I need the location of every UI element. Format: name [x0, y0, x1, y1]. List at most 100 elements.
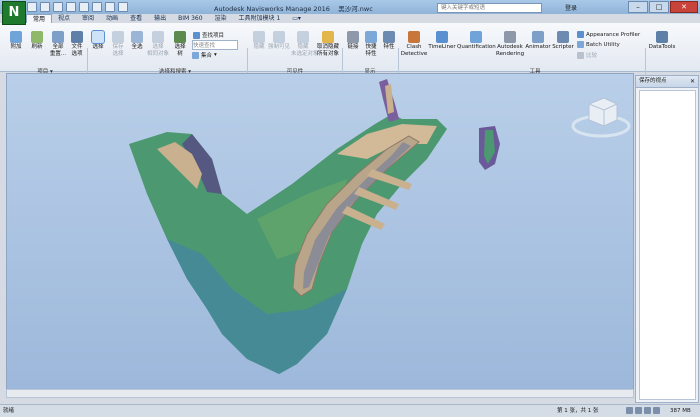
tab-viewpoint[interactable]: 视点 [52, 14, 76, 23]
scripter-icon [557, 31, 569, 43]
terrain-model[interactable] [7, 74, 633, 389]
viewport-scrollbar[interactable] [6, 389, 634, 398]
unhide-all-button[interactable]: 取消隐藏 所有对象 [316, 31, 340, 57]
tab-output[interactable]: 输出 [148, 14, 172, 23]
batch-utility-icon [577, 41, 584, 48]
minimize-icon[interactable]: – [628, 1, 648, 13]
save-icon[interactable] [53, 2, 63, 12]
selection-tree-icon [174, 31, 186, 43]
tab-tools-addins[interactable]: 工具附加模块 1 [233, 14, 287, 23]
attach-label: 附加 [10, 44, 22, 50]
quick-properties-button[interactable]: 快捷 特性 [362, 31, 380, 57]
quick-properties-label: 快捷 特性 [365, 44, 377, 57]
reset-all-icon [52, 31, 64, 43]
window-controls: – □ ✕ [628, 1, 698, 13]
close-icon[interactable]: ✕ [690, 76, 695, 87]
app-menu-button[interactable]: N [2, 1, 26, 25]
select-all-icon [131, 31, 143, 43]
login-link[interactable]: 登录 [565, 3, 577, 12]
maximize-icon[interactable]: □ [649, 1, 669, 13]
save-selection-icon [112, 31, 124, 43]
hide-button[interactable]: 隐藏 [250, 31, 268, 51]
quick-access-toolbar [27, 2, 128, 12]
scripter-button[interactable]: Scripter [551, 31, 575, 51]
select-button[interactable]: 选择 [89, 30, 107, 51]
selection-tree-label: 选择 树 [174, 44, 186, 57]
selection-tree-button[interactable]: 选择 树 [171, 31, 189, 57]
attach-icon [10, 31, 22, 43]
select-all-label: 全选 [131, 44, 143, 50]
appearance-profiler-button[interactable]: Appearance Profiler [577, 31, 640, 38]
new-file-icon[interactable] [27, 2, 37, 12]
pencil-icon[interactable] [626, 407, 633, 414]
select-label: 选择 [92, 44, 104, 50]
timeliner-button[interactable]: TimeLiner [428, 31, 456, 51]
hide-icon [253, 31, 265, 43]
tab-home[interactable]: 常用 [26, 14, 53, 23]
attach-button[interactable]: 附加 [7, 31, 25, 51]
status-icons [626, 407, 660, 414]
select-tool-icon[interactable] [105, 2, 115, 12]
appearance-profiler-icon [577, 31, 584, 38]
batch-utility-button[interactable]: Batch Utility [577, 41, 620, 48]
quick-find-input[interactable]: 快速查找 [192, 40, 238, 50]
hide-unselected-button[interactable]: 隐藏 未选定对象 [291, 31, 319, 57]
memory-icon[interactable] [653, 407, 660, 414]
properties-button[interactable]: 特性 [381, 31, 397, 51]
select-same-button[interactable]: 选择 相同对象 [146, 31, 170, 57]
print-icon[interactable] [66, 2, 76, 12]
file-name: 黑沙河.nwc [338, 5, 373, 13]
viewpoints-list[interactable] [639, 90, 696, 400]
sets-icon [192, 51, 199, 59]
quick-find-placeholder: 快速查找 [193, 43, 216, 49]
panel-header: 保存的视点 ✕ [636, 76, 698, 88]
animator-button[interactable]: Animator [525, 31, 551, 51]
tab-animation[interactable]: 动画 [100, 14, 124, 23]
redo-icon[interactable] [92, 2, 102, 12]
close-icon[interactable]: ✕ [670, 1, 698, 13]
file-options-label: 文件 选项 [71, 44, 83, 57]
select-same-icon [152, 31, 164, 43]
file-options-button[interactable]: 文件 选项 [68, 31, 86, 57]
tab-review[interactable]: 审阅 [76, 14, 100, 23]
links-button[interactable]: 链接 [345, 31, 361, 51]
app-title: Autodesk Navisworks Manage 2016 [214, 5, 330, 13]
3d-viewport[interactable] [6, 73, 634, 390]
window-title: Autodesk Navisworks Manage 2016 黑沙河.nwc [214, 3, 373, 13]
datatools-icon [656, 31, 668, 43]
require-button[interactable]: 强制可见 [268, 31, 290, 51]
quantification-button[interactable]: Quantification [457, 31, 496, 51]
disk-icon[interactable] [635, 407, 642, 414]
search-input[interactable]: 键入关键字或短语 [437, 3, 542, 13]
ribbon-tabs: 常用 视点 审阅 动画 查看 输出 BIM 360 渲染 工具附加模块 1 ▭▾ [26, 14, 307, 23]
refresh-button[interactable]: 刷新 [28, 31, 46, 51]
select-all-button[interactable]: 全选 [128, 31, 146, 51]
clash-detective-button[interactable]: Clash Detective [400, 31, 428, 57]
file-options-icon [71, 31, 83, 43]
properties-label: 特性 [383, 44, 395, 50]
open-file-icon[interactable] [40, 2, 50, 12]
sets-label: 集合 [201, 53, 213, 59]
save-selection-button[interactable]: 保存 选择 [109, 31, 127, 57]
quantification-label: Quantification [457, 44, 496, 50]
tab-more[interactable]: ▭▾ [286, 14, 307, 23]
hide-label: 隐藏 [253, 44, 265, 50]
sets-dropdown[interactable]: 集合 ▾ [192, 51, 217, 59]
refresh-icon[interactable] [118, 2, 128, 12]
select-cursor-icon [91, 30, 105, 44]
tab-view[interactable]: 查看 [124, 14, 148, 23]
require-icon [273, 31, 285, 43]
datatools-button[interactable]: DataTools [648, 31, 676, 51]
undo-icon[interactable] [79, 2, 89, 12]
tab-render[interactable]: 渲染 [209, 14, 233, 23]
cpu-icon[interactable] [644, 407, 651, 414]
tab-bim360[interactable]: BIM 360 [172, 14, 208, 23]
rendering-button[interactable]: Autodesk Rendering [496, 31, 524, 57]
compare-button[interactable]: 比较 [577, 51, 597, 59]
select-same-label: 选择 相同对象 [146, 44, 169, 57]
find-items-button[interactable]: 查找项目 [193, 31, 224, 39]
links-icon [347, 31, 359, 43]
hide-unselected-icon [297, 31, 309, 43]
unhide-all-icon [322, 31, 334, 43]
reset-all-button[interactable]: 全部 重置... [48, 31, 68, 57]
